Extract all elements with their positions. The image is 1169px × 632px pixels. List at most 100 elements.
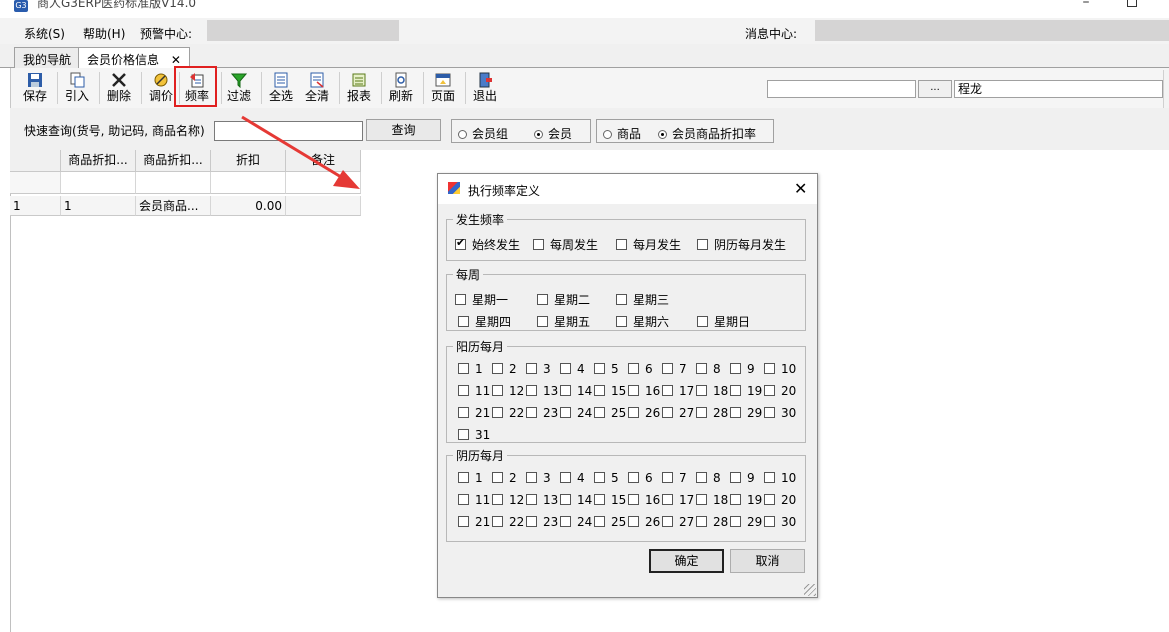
solar-day-checkbox[interactable]: 15: [594, 384, 626, 398]
solar-day-checkbox[interactable]: 3: [526, 362, 551, 376]
query-button[interactable]: 查询: [366, 119, 441, 141]
lunar-day-checkbox[interactable]: 16: [628, 493, 660, 507]
solar-day-checkbox[interactable]: 23: [526, 406, 558, 420]
lunar-day-checkbox[interactable]: 5: [594, 471, 619, 485]
solar-day-checkbox[interactable]: 1: [458, 362, 483, 376]
grid-header-discount-1[interactable]: 商品折扣...: [61, 150, 136, 172]
lunar-day-checkbox[interactable]: 9: [730, 471, 755, 485]
lunar-day-checkbox[interactable]: 7: [662, 471, 687, 485]
solar-day-checkbox[interactable]: 17: [662, 384, 694, 398]
solar-day-checkbox[interactable]: 7: [662, 362, 687, 376]
checkbox-tuesday[interactable]: 星期二: [537, 291, 590, 308]
solar-day-checkbox[interactable]: 11: [458, 384, 490, 398]
grid-cell[interactable]: 0.00: [211, 196, 286, 216]
solar-day-checkbox[interactable]: 24: [560, 406, 592, 420]
radio-product[interactable]: 商品: [603, 125, 641, 142]
grid-filter-cell[interactable]: [211, 172, 286, 194]
exit-button[interactable]: 退出: [471, 70, 499, 106]
solar-day-checkbox[interactable]: 12: [492, 384, 524, 398]
lunar-day-checkbox[interactable]: 22: [492, 515, 524, 529]
solar-day-checkbox[interactable]: 9: [730, 362, 755, 376]
lunar-day-checkbox[interactable]: 25: [594, 515, 626, 529]
solar-day-checkbox[interactable]: 6: [628, 362, 653, 376]
lunar-day-checkbox[interactable]: 3: [526, 471, 551, 485]
solar-day-checkbox[interactable]: 20: [764, 384, 796, 398]
lunar-day-checkbox[interactable]: 28: [696, 515, 728, 529]
refresh-button[interactable]: 刷新: [387, 70, 415, 106]
filter-button[interactable]: 过滤: [225, 70, 253, 106]
solar-day-checkbox[interactable]: 18: [696, 384, 728, 398]
solar-day-checkbox[interactable]: 31: [458, 428, 490, 442]
lunar-day-checkbox[interactable]: 10: [764, 471, 796, 485]
save-button[interactable]: 保存: [21, 70, 49, 106]
lunar-day-checkbox[interactable]: 20: [764, 493, 796, 507]
solar-day-checkbox[interactable]: 27: [662, 406, 694, 420]
checkbox-weekly[interactable]: 每周发生: [533, 236, 598, 253]
solar-day-checkbox[interactable]: 25: [594, 406, 626, 420]
lunar-day-checkbox[interactable]: 6: [628, 471, 653, 485]
checkbox-saturday[interactable]: 星期六: [616, 313, 669, 330]
maximize-icon[interactable]: [1127, 0, 1137, 7]
lunar-day-checkbox[interactable]: 24: [560, 515, 592, 529]
solar-day-checkbox[interactable]: 22: [492, 406, 524, 420]
lunar-day-checkbox[interactable]: 4: [560, 471, 585, 485]
lunar-day-checkbox[interactable]: 2: [492, 471, 517, 485]
solar-day-checkbox[interactable]: 28: [696, 406, 728, 420]
solar-day-checkbox[interactable]: 4: [560, 362, 585, 376]
grid-filter-cell[interactable]: [136, 172, 211, 194]
tab-my-navigation[interactable]: 我的导航: [14, 47, 81, 68]
resize-grip-icon[interactable]: [804, 584, 816, 596]
member-code-input[interactable]: [767, 80, 916, 98]
grid-header-remark[interactable]: 备注: [286, 150, 361, 172]
lunar-day-checkbox[interactable]: 21: [458, 515, 490, 529]
radio-member[interactable]: 会员: [534, 125, 572, 142]
checkbox-monthly[interactable]: 每月发生: [616, 236, 681, 253]
grid-header-discount-2[interactable]: 商品折扣...: [136, 150, 211, 172]
grid-filter-cell[interactable]: [286, 172, 361, 194]
lunar-day-checkbox[interactable]: 1: [458, 471, 483, 485]
close-icon[interactable]: ✕: [171, 53, 181, 67]
grid-cell-rownum[interactable]: 1: [10, 196, 61, 216]
lunar-day-checkbox[interactable]: 27: [662, 515, 694, 529]
browse-button[interactable]: ...: [918, 80, 952, 98]
radio-member-product-discount[interactable]: 会员商品折扣率: [658, 125, 756, 142]
lunar-day-checkbox[interactable]: 12: [492, 493, 524, 507]
lunar-day-checkbox[interactable]: 14: [560, 493, 592, 507]
checkbox-friday[interactable]: 星期五: [537, 313, 590, 330]
solar-day-checkbox[interactable]: 30: [764, 406, 796, 420]
solar-day-checkbox[interactable]: 14: [560, 384, 592, 398]
menu-system[interactable]: 系统(S): [24, 25, 65, 42]
minimize-icon[interactable]: –: [1078, 0, 1094, 10]
solar-day-checkbox[interactable]: 16: [628, 384, 660, 398]
user-name-field[interactable]: 程龙: [954, 80, 1163, 98]
lunar-day-checkbox[interactable]: 29: [730, 515, 762, 529]
quick-query-input[interactable]: [214, 121, 363, 141]
menu-help[interactable]: 帮助(H): [83, 25, 125, 42]
grid-header-discount[interactable]: 折扣: [211, 150, 286, 172]
lunar-day-checkbox[interactable]: 18: [696, 493, 728, 507]
grid-cell[interactable]: 会员商品...: [136, 196, 211, 216]
radio-member-group[interactable]: 会员组: [458, 125, 508, 142]
page-button[interactable]: 页面: [429, 70, 457, 106]
report-button[interactable]: 报表: [345, 70, 373, 106]
solar-day-checkbox[interactable]: 13: [526, 384, 558, 398]
solar-day-checkbox[interactable]: 21: [458, 406, 490, 420]
checkbox-sunday[interactable]: 星期日: [697, 313, 750, 330]
lunar-day-checkbox[interactable]: 17: [662, 493, 694, 507]
checkbox-always[interactable]: 始终发生: [455, 236, 520, 253]
solar-day-checkbox[interactable]: 5: [594, 362, 619, 376]
solar-day-checkbox[interactable]: 29: [730, 406, 762, 420]
adjust-price-button[interactable]: 调价: [147, 70, 175, 106]
grid-cell[interactable]: 1: [61, 196, 136, 216]
checkbox-monday[interactable]: 星期一: [455, 291, 508, 308]
cancel-button[interactable]: 取消: [730, 549, 805, 573]
lunar-day-checkbox[interactable]: 19: [730, 493, 762, 507]
import-button[interactable]: 引入: [63, 70, 91, 106]
lunar-day-checkbox[interactable]: 8: [696, 471, 721, 485]
solar-day-checkbox[interactable]: 10: [764, 362, 796, 376]
checkbox-wednesday[interactable]: 星期三: [616, 291, 669, 308]
solar-day-checkbox[interactable]: 26: [628, 406, 660, 420]
checkbox-lunar-monthly[interactable]: 阴历每月发生: [697, 236, 786, 253]
solar-day-checkbox[interactable]: 2: [492, 362, 517, 376]
lunar-day-checkbox[interactable]: 30: [764, 515, 796, 529]
